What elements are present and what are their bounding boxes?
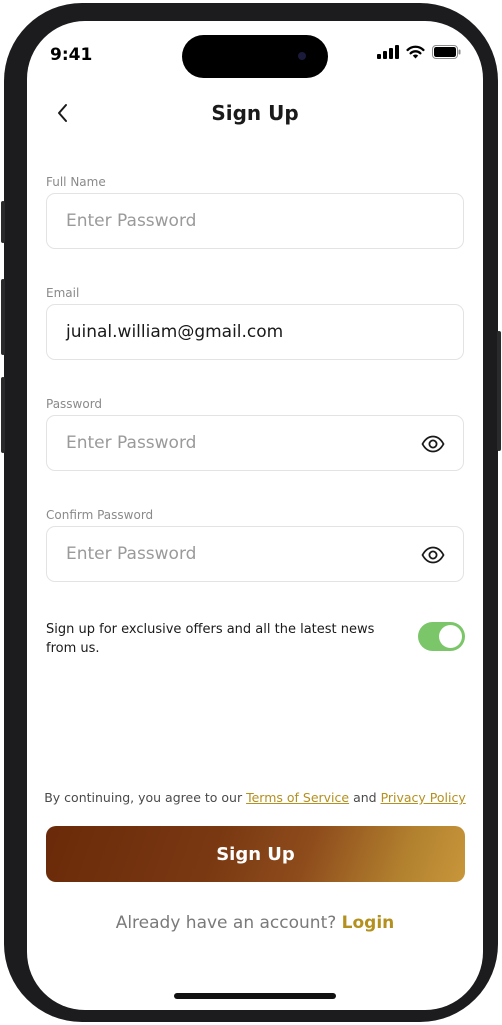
confirm-password-label: Confirm Password (46, 508, 154, 522)
screen: 9:41 Sign Up Full Name Enter Password Em… (27, 21, 483, 1010)
password-placeholder: Enter Password (66, 433, 197, 453)
login-prompt: Already have an account? Login (27, 913, 483, 933)
password-label: Password (46, 397, 103, 411)
camera-icon (298, 52, 306, 60)
terms-and: and (349, 790, 381, 805)
offers-text: Sign up for exclusive offers and all the… (46, 622, 375, 656)
terms-prefix: By continuing, you agree to our (44, 790, 247, 805)
confirm-password-placeholder: Enter Password (66, 544, 197, 564)
full-name-label: Full Name (46, 175, 106, 189)
power-button (497, 331, 501, 451)
eye-icon[interactable] (421, 544, 445, 566)
volume-down-button (1, 377, 5, 453)
home-indicator[interactable] (174, 993, 336, 999)
offers-toggle[interactable] (418, 622, 465, 651)
volume-up-button (1, 279, 5, 355)
phone-frame: 9:41 Sign Up Full Name Enter Password Em… (1, 3, 501, 1022)
action-button (1, 201, 5, 243)
terms-notice: By continuing, you agree to our Terms of… (27, 790, 483, 805)
wifi-icon (406, 45, 425, 59)
status-icons (377, 45, 461, 59)
password-field[interactable]: Enter Password (46, 415, 464, 471)
status-time: 9:41 (50, 45, 93, 65)
email-value: juinal.william@gmail.com (66, 322, 284, 342)
login-question: Already have an account? (115, 913, 342, 933)
signup-button[interactable]: Sign Up (46, 826, 465, 882)
full-name-field[interactable]: Enter Password (46, 193, 464, 249)
privacy-policy-link[interactable]: Privacy Policy (381, 790, 466, 805)
full-name-placeholder: Enter Password (66, 211, 197, 231)
confirm-password-field[interactable]: Enter Password (46, 526, 464, 582)
login-link[interactable]: Login (342, 913, 395, 933)
page-title: Sign Up (211, 101, 299, 125)
email-field[interactable]: juinal.william@gmail.com (46, 304, 464, 360)
signal-icon (377, 45, 399, 59)
eye-icon[interactable] (421, 433, 445, 455)
terms-of-service-link[interactable]: Terms of Service (246, 790, 349, 805)
email-label: Email (46, 286, 80, 300)
dynamic-island (182, 35, 328, 78)
toggle-knob (439, 625, 462, 648)
battery-icon (432, 45, 461, 59)
